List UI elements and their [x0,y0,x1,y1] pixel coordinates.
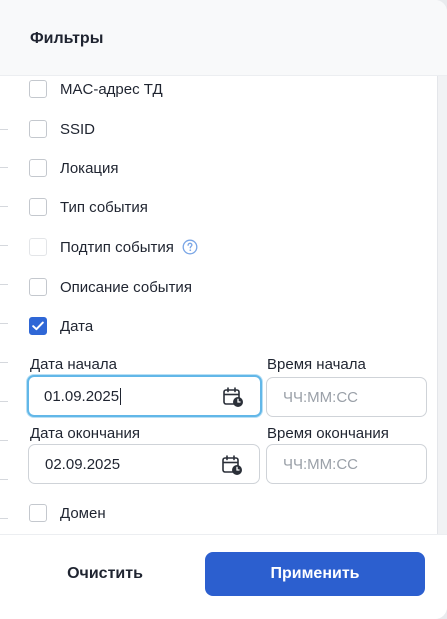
end-date-input[interactable]: 02.09.2025 [28,444,260,484]
start-date-label: Дата начала [30,356,117,373]
checkbox[interactable] [29,278,47,296]
filter-label: Домен [60,504,106,522]
filters-panel: Фильтры MAC-адрес ТД SSID Локация Тип со… [0,0,447,619]
filter-label: Описание события [60,278,192,296]
filter-mac-address[interactable]: MAC-адрес ТД [29,78,163,100]
filter-label: Дата [60,317,94,335]
checkbox[interactable] [29,159,47,177]
filter-date[interactable]: Дата [29,315,93,337]
filter-event-subtype: Подтип события [29,236,198,258]
end-date-value: 02.09.2025 [45,455,121,473]
filter-label: Тип события [60,198,148,216]
checkbox[interactable] [29,198,47,216]
filter-ssid[interactable]: SSID [29,118,95,140]
checkbox[interactable] [29,120,47,138]
panel-title: Фильтры [30,30,104,47]
end-time-input[interactable]: ЧЧ:ММ:СС [266,444,427,484]
filter-event-type[interactable]: Тип события [29,196,148,218]
calendar-clock-icon[interactable] [222,386,244,412]
start-time-label: Время начала [267,356,366,373]
filter-label: Подтип события [60,238,174,256]
clear-button[interactable]: Очистить [26,552,184,596]
checkbox[interactable] [29,504,47,522]
filter-event-description[interactable]: Описание события [29,276,192,298]
panel-footer: Очистить Применить [0,534,447,619]
start-date-value: 01.09.2025 [44,387,120,405]
apply-button[interactable]: Применить [205,552,425,596]
end-time-label: Время окончания [267,425,389,442]
end-time-placeholder: ЧЧ:ММ:СС [283,455,358,473]
filter-label: SSID [60,120,96,138]
start-time-placeholder: ЧЧ:ММ:СС [283,388,358,406]
help-circle-icon[interactable] [182,239,198,255]
filter-label: Локация [60,159,119,177]
text-caret [120,387,122,405]
start-date-input[interactable]: 01.09.2025 [27,375,262,417]
checkbox-checked[interactable] [29,317,47,335]
filter-domain[interactable]: Домен [29,502,106,524]
checkmark-icon [32,321,44,331]
filter-location[interactable]: Локация [29,157,119,179]
start-time-input[interactable]: ЧЧ:ММ:СС [266,377,427,417]
panel-header: Фильтры [0,0,447,76]
checkbox[interactable] [29,80,47,98]
calendar-clock-icon[interactable] [221,454,243,480]
filter-label: MAC-адрес ТД [60,80,163,98]
checkbox-disabled [29,238,47,256]
end-date-label: Дата окончания [30,425,141,442]
